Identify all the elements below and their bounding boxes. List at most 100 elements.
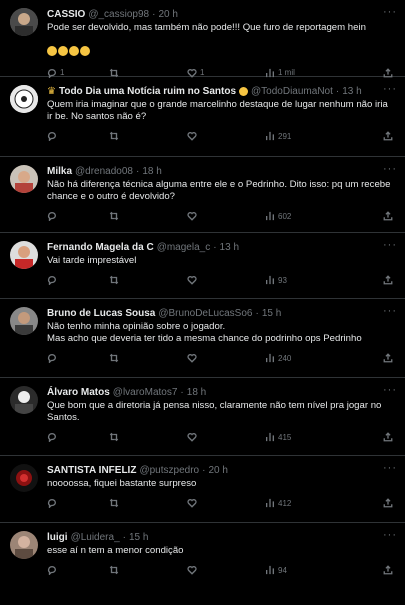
retweet-button[interactable] (109, 131, 187, 141)
more-options-icon[interactable]: ··· (383, 462, 397, 474)
like-button[interactable] (187, 565, 265, 575)
timestamp[interactable]: 20 h (208, 464, 227, 477)
avatar[interactable] (10, 8, 38, 36)
share-button[interactable] (383, 131, 393, 141)
views-bar-chart-icon (266, 132, 274, 141)
timestamp[interactable]: 15 h (262, 307, 281, 320)
display-name[interactable]: luigi (47, 531, 68, 544)
display-name[interactable]: SANTISTA INFELIZ (47, 464, 136, 477)
timestamp[interactable]: 18 h (187, 386, 206, 399)
like-button[interactable] (187, 131, 265, 142)
more-options-icon[interactable]: ··· (383, 384, 397, 396)
reply-button[interactable] (47, 353, 109, 364)
display-name[interactable]: Bruno de Lucas Sousa (47, 307, 155, 320)
retweet-button[interactable] (109, 211, 187, 221)
tweet[interactable]: ♛ Todo Dia uma Notícia ruim no Santos @T… (0, 77, 405, 157)
more-options-icon[interactable]: ··· (383, 529, 397, 541)
handle[interactable]: @Luidera_ (71, 531, 120, 544)
reply-button[interactable] (47, 131, 109, 142)
heart-icon (187, 212, 197, 222)
handle[interactable]: @TodoDiaumaNot (251, 85, 333, 98)
avatar[interactable] (10, 241, 38, 269)
more-options-icon[interactable]: ··· (383, 83, 397, 95)
display-name[interactable]: Todo Dia uma Notícia ruim no Santos (59, 85, 236, 98)
more-options-icon[interactable]: ··· (383, 163, 397, 175)
avatar[interactable] (10, 464, 38, 492)
like-button[interactable] (187, 498, 265, 508)
views-button[interactable]: 94 (265, 565, 343, 575)
display-name[interactable]: CASSIO (47, 8, 85, 21)
reply-button[interactable] (47, 432, 109, 443)
tweet-actions: 412 (47, 494, 395, 512)
tweet-header: CASSIO @_cassiop98 · 20 h (47, 8, 395, 21)
share-button[interactable] (383, 353, 393, 363)
more-options-icon[interactable]: ··· (383, 6, 397, 18)
timestamp[interactable]: 13 h (220, 241, 239, 254)
views-button[interactable]: 415 (265, 432, 343, 442)
more-options-icon[interactable]: ··· (383, 305, 397, 317)
avatar[interactable] (10, 165, 38, 193)
share-button[interactable] (383, 211, 393, 221)
views-button[interactable]: 240 (265, 353, 343, 363)
avatar[interactable] (10, 531, 38, 559)
share-button[interactable] (383, 498, 393, 508)
timestamp[interactable]: 18 h (142, 165, 161, 178)
views-button[interactable]: 412 (265, 498, 343, 508)
reply-button[interactable] (47, 498, 109, 509)
reply-icon (47, 499, 57, 509)
tweet[interactable]: SANTISTA INFELIZ @putszpedro · 20 h ··· … (0, 456, 405, 523)
handle[interactable]: @BrunoDeLucasSo6 (158, 307, 252, 320)
retweet-button[interactable] (109, 565, 187, 575)
share-button[interactable] (383, 275, 393, 285)
retweet-button[interactable] (109, 275, 187, 285)
retweet-button[interactable] (109, 432, 187, 442)
tweet-text: Pode ser devolvido, mas também não pode!… (47, 22, 395, 60)
separator-dot: · (136, 166, 140, 177)
tweet[interactable]: Milka @drenado08 · 18 h ··· Não há difer… (0, 157, 405, 233)
handle[interactable]: @magela_c (157, 241, 211, 254)
tweet-text: Que bom que a diretoria já pensa nisso, … (47, 400, 382, 424)
avatar[interactable] (10, 85, 38, 113)
display-name[interactable]: Milka (47, 165, 72, 178)
handle[interactable]: @drenado08 (75, 165, 133, 178)
views-count: 93 (278, 275, 287, 285)
views-count: 240 (278, 353, 292, 363)
share-button[interactable] (383, 565, 393, 575)
retweet-button[interactable] (109, 498, 187, 508)
handle[interactable]: @lvaroMatos7 (113, 386, 178, 399)
display-name[interactable]: Fernando Magela da C (47, 241, 154, 254)
share-button[interactable] (383, 432, 393, 442)
like-button[interactable] (187, 275, 265, 285)
heart-icon (187, 566, 197, 575)
handle[interactable]: @putszpedro (139, 464, 199, 477)
avatar[interactable] (10, 386, 38, 414)
separator-dot: · (213, 242, 217, 253)
display-name[interactable]: Álvaro Matos (47, 386, 110, 399)
more-options-icon[interactable]: ··· (383, 239, 397, 251)
reply-button[interactable] (47, 565, 109, 576)
tweet-header: ♛ Todo Dia uma Notícia ruim no Santos @T… (47, 85, 395, 98)
like-button[interactable] (187, 211, 265, 222)
retweet-icon (109, 565, 119, 575)
laughing-emoji-icon (47, 46, 91, 59)
tweet[interactable]: CASSIO @_cassiop98 · 20 h ··· Pode ser d… (0, 0, 405, 78)
retweet-button[interactable] (109, 353, 187, 363)
like-button[interactable] (187, 432, 265, 443)
tweet-actions: 94 (47, 561, 395, 579)
timestamp[interactable]: 15 h (129, 531, 148, 544)
tweet[interactable]: Bruno de Lucas Sousa @BrunoDeLucasSo6 · … (0, 299, 405, 378)
like-button[interactable] (187, 353, 265, 364)
tweet[interactable]: Fernando Magela da C @magela_c · 13 h ··… (0, 233, 405, 299)
timestamp[interactable]: 20 h (158, 8, 177, 21)
reply-button[interactable] (47, 211, 109, 222)
views-button[interactable]: 93 (265, 275, 343, 285)
avatar[interactable] (10, 307, 38, 335)
timestamp[interactable]: 13 h (342, 85, 361, 98)
views-button[interactable]: 602 (265, 211, 343, 221)
handle[interactable]: @_cassiop98 (88, 8, 149, 21)
crown-emoji-icon: ♛ (47, 86, 56, 97)
reply-button[interactable] (47, 275, 109, 286)
tweet[interactable]: Álvaro Matos @lvaroMatos7 · 18 h ··· Que… (0, 378, 405, 456)
views-button[interactable]: 291 (265, 131, 343, 141)
tweet[interactable]: luigi @Luidera_ · 15 h ··· esse aí n tem… (0, 523, 405, 590)
